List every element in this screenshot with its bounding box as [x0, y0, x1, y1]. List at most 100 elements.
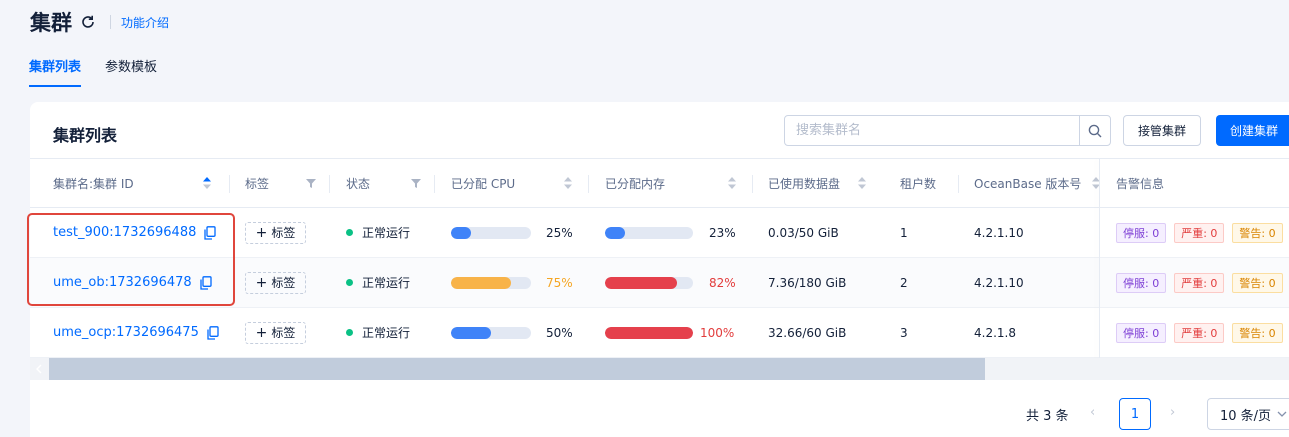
pagination-total: 共 3 条 — [1026, 409, 1069, 424]
mem-bar — [605, 327, 693, 339]
th-name[interactable]: 集群名:集群 ID — [53, 159, 134, 207]
prev-page-icon[interactable]: ‹ — [1090, 405, 1095, 420]
cpu-bar-fill — [451, 227, 471, 239]
add-tag-button[interactable]: + 标签 — [245, 221, 306, 244]
alert-severe-badge[interactable]: 严重: 0 — [1174, 322, 1225, 343]
search-button[interactable] — [1079, 116, 1110, 145]
takeover-cluster-button[interactable]: 接管集群 — [1123, 115, 1201, 146]
search-icon — [1088, 124, 1102, 137]
cpu-bar-fill — [451, 277, 511, 289]
mem-bar — [605, 277, 693, 289]
intro-link[interactable]: 功能介绍 — [121, 14, 169, 31]
mem-percent: 100% — [700, 325, 735, 340]
refresh-icon[interactable] — [80, 14, 96, 30]
alert-down-badge[interactable]: 停服: 0 — [1116, 322, 1167, 343]
plus-icon: + — [255, 224, 268, 241]
copy-icon[interactable] — [207, 325, 219, 340]
add-tag-label: 标签 — [271, 276, 296, 290]
cluster-table: 集群名:集群 ID 标签 状态 已分配 CPU 已分配内存 已使用数据盘 租户数… — [30, 158, 1289, 362]
page-size-value: 10 条/页 — [1220, 408, 1272, 424]
table-row: ume_ocp:1732696475 + 标签 正常运行 50% 100% 32.… — [30, 308, 1289, 358]
add-tag-button[interactable]: + 标签 — [245, 271, 306, 294]
alert-warn-badge[interactable]: 警告: 0 — [1232, 322, 1283, 343]
search-input[interactable] — [785, 116, 1075, 145]
cpu-percent: 50% — [546, 325, 573, 340]
cpu-bar — [451, 227, 531, 239]
plus-icon: + — [255, 274, 268, 291]
sort-icon[interactable] — [564, 177, 572, 189]
alert-warn-badge[interactable]: 警告: 0 — [1232, 222, 1283, 243]
create-cluster-button[interactable]: 创建集群 — [1216, 115, 1289, 146]
card-title: 集群列表 — [53, 126, 118, 145]
status-dot — [346, 229, 353, 236]
tenant-count: 3 — [900, 325, 908, 340]
copy-icon[interactable] — [204, 225, 217, 240]
disk-usage: 32.66/60 GiB — [768, 325, 847, 340]
add-tag-label: 标签 — [271, 326, 296, 340]
chevron-down-icon — [1277, 411, 1287, 417]
copy-icon[interactable] — [200, 275, 212, 290]
header-separator — [958, 175, 959, 193]
mem-percent: 23% — [709, 225, 736, 240]
next-page-icon[interactable]: › — [1170, 405, 1175, 420]
sort-icon[interactable] — [858, 177, 866, 189]
cluster-name-link[interactable]: test_900:1732696488 — [53, 225, 196, 240]
plus-icon: + — [255, 324, 268, 341]
tenant-count: 2 — [900, 275, 908, 290]
add-tag-label: 标签 — [271, 226, 296, 240]
filter-icon[interactable] — [306, 179, 316, 188]
alert-down-badge[interactable]: 停服: 0 — [1116, 222, 1167, 243]
th-tenants: 租户数 — [900, 176, 937, 191]
table-row: test_900:1732696488 + 标签 正常运行 25% 23% 0.0… — [30, 208, 1289, 258]
status-dot — [346, 279, 353, 286]
sort-icon[interactable] — [203, 177, 211, 189]
tenant-count: 1 — [900, 225, 908, 240]
sort-icon[interactable] — [728, 177, 736, 189]
th-mem[interactable]: 已分配内存 — [605, 159, 665, 207]
mem-bar-fill — [605, 277, 678, 289]
table-header: 集群名:集群 ID 标签 状态 已分配 CPU 已分配内存 已使用数据盘 租户数… — [30, 158, 1289, 208]
mem-bar-fill — [605, 327, 693, 339]
version: 4.2.1.8 — [974, 325, 1016, 340]
scroll-left-arrow-icon[interactable] — [34, 364, 44, 374]
page-number-button[interactable]: 1 — [1119, 398, 1151, 430]
pagination: 共 3 条 ‹ 1 › 10 条/页 — [30, 398, 1289, 430]
add-tag-button[interactable]: + 标签 — [245, 321, 306, 344]
alert-down-badge[interactable]: 停服: 0 — [1116, 272, 1167, 293]
table-row: ume_ob:1732696478 + 标签 正常运行 75% 82% 7.36/… — [30, 258, 1289, 308]
header-separator — [329, 175, 330, 193]
th-disk[interactable]: 已使用数据盘 — [768, 159, 840, 207]
disk-usage: 0.03/50 GiB — [768, 225, 839, 240]
tab-param-template[interactable]: 参数模板 — [105, 56, 157, 87]
tab-cluster-list[interactable]: 集群列表 — [29, 56, 82, 87]
th-version[interactable]: OceanBase 版本号 — [974, 159, 1081, 207]
mem-bar — [605, 227, 693, 239]
header-divider — [110, 15, 111, 29]
mem-percent: 82% — [709, 275, 736, 290]
alert-severe-badge[interactable]: 严重: 0 — [1174, 272, 1225, 293]
alert-warn-badge[interactable]: 警告: 0 — [1232, 272, 1283, 293]
page-size-select[interactable]: 10 条/页 — [1207, 398, 1289, 430]
cluster-name-link[interactable]: ume_ocp:1732696475 — [53, 325, 199, 340]
mem-bar-fill — [605, 227, 626, 239]
version: 4.2.1.10 — [974, 225, 1024, 240]
status-text: 正常运行 — [362, 276, 411, 290]
filter-icon[interactable] — [411, 179, 421, 188]
scrollbar-thumb[interactable] — [49, 358, 985, 380]
cpu-percent: 25% — [546, 225, 573, 240]
th-tags: 标签 — [245, 176, 270, 191]
th-status: 状态 — [346, 176, 371, 191]
header-separator — [434, 175, 435, 193]
search-box — [784, 115, 1111, 146]
th-cpu[interactable]: 已分配 CPU — [451, 159, 515, 207]
horizontal-scrollbar[interactable] — [30, 358, 1289, 380]
header-separator — [588, 175, 589, 193]
cpu-bar — [451, 277, 531, 289]
cluster-name-link[interactable]: ume_ob:1732696478 — [53, 275, 192, 290]
status-text: 正常运行 — [362, 226, 411, 240]
alert-severe-badge[interactable]: 严重: 0 — [1174, 222, 1225, 243]
status-text: 正常运行 — [362, 326, 411, 340]
cpu-percent: 75% — [546, 275, 573, 290]
status-dot — [346, 329, 353, 336]
fixed-column-divider — [1099, 158, 1100, 362]
